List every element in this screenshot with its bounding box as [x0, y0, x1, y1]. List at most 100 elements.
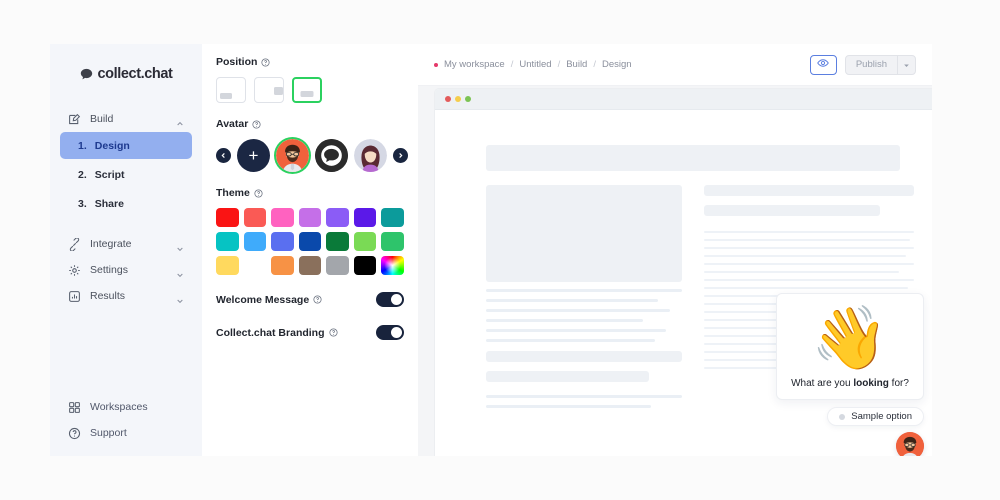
theme-swatch-4[interactable]: [326, 208, 349, 227]
skeleton-line: [486, 339, 655, 342]
sidebar-item-label: Workspaces: [90, 401, 148, 413]
sidebar-item-share[interactable]: 3. Share: [60, 190, 192, 217]
sidebar-footer: Workspaces Support: [50, 394, 202, 456]
help-circle-icon: [68, 427, 81, 440]
brand-logo[interactable]: collect.chat: [50, 56, 202, 92]
avatar-option-woman[interactable]: [354, 139, 387, 172]
chevron-down-icon: [176, 240, 184, 252]
sidebar-item-workspaces[interactable]: Workspaces: [60, 394, 192, 420]
theme-swatch-20[interactable]: [381, 256, 404, 275]
step-label: Design: [94, 139, 130, 152]
skeleton-line: [486, 405, 651, 408]
workspace-status-dot: [434, 62, 438, 67]
theme-swatch-17[interactable]: [298, 256, 322, 275]
position-preview-blob: [274, 87, 283, 95]
position-option-bottom-center[interactable]: [292, 77, 322, 103]
breadcrumb-my-workspace[interactable]: My workspace: [444, 59, 505, 70]
help-circle-icon[interactable]: [252, 119, 261, 129]
avatar-prev-button[interactable]: [216, 148, 231, 163]
sidebar-item-design[interactable]: 1. Design: [60, 132, 192, 159]
skeleton-line: [486, 309, 671, 312]
help-circle-icon[interactable]: [254, 188, 263, 198]
theme-swatch-1[interactable]: [243, 208, 267, 227]
theme-swatch-10[interactable]: [298, 232, 322, 251]
step-label: Share: [94, 197, 124, 210]
help-circle-icon[interactable]: [261, 57, 270, 67]
theme-swatch-13[interactable]: [381, 232, 404, 251]
theme-swatch-15[interactable]: [244, 256, 267, 275]
skeleton-hero-block: [486, 145, 900, 171]
theme-swatch-14[interactable]: [216, 256, 239, 275]
preview-button[interactable]: [809, 54, 837, 75]
branding-toggle[interactable]: [376, 325, 404, 340]
theme-swatch-16[interactable]: [271, 256, 294, 275]
avatar-next-button[interactable]: [393, 148, 408, 163]
help-circle-icon[interactable]: [328, 328, 338, 337]
breadcrumb-separator: /: [510, 59, 514, 70]
window-close-dot[interactable]: [445, 96, 451, 102]
theme-swatch-18[interactable]: [326, 256, 349, 275]
window-maximize-dot[interactable]: [465, 96, 471, 102]
sidebar-item-script[interactable]: 2. Script: [60, 161, 192, 188]
welcome-message-toggle[interactable]: [376, 292, 404, 307]
publish-button[interactable]: Publish: [846, 56, 897, 74]
sidebar-item-build[interactable]: Build: [60, 106, 192, 132]
position-preview-blob: [220, 93, 232, 99]
skeleton-line: [486, 395, 682, 398]
breadcrumb-untitled[interactable]: Untitled: [519, 59, 551, 70]
sidebar-item-label: Build: [90, 113, 114, 125]
breadcrumb: My workspace / Untitled / Build / Design: [434, 59, 632, 70]
chat-question: What are you looking for?: [791, 378, 909, 389]
chat-message-card: 👋 What are you looking for?: [776, 293, 924, 400]
toggle-knob: [391, 294, 402, 305]
position-option-bottom-left[interactable]: [216, 77, 246, 103]
theme-swatch-8[interactable]: [243, 232, 267, 251]
theme-swatch-11[interactable]: [326, 232, 349, 251]
position-option-right-side[interactable]: [254, 77, 284, 103]
sidebar-item-integrate[interactable]: Integrate: [60, 231, 192, 257]
theme-swatch-7[interactable]: [216, 232, 239, 251]
skeleton-line: [486, 299, 659, 302]
breadcrumb-separator: /: [593, 59, 596, 70]
theme-swatch-3[interactable]: [298, 208, 322, 227]
brand-name: collect.chat: [97, 66, 173, 82]
chat-option-sample[interactable]: Sample option: [827, 407, 924, 426]
window-minimize-dot[interactable]: [455, 96, 461, 102]
preview-page-content: 👋 What are you looking for? Sample optio…: [435, 111, 932, 456]
skeleton-thin-line: [704, 279, 914, 281]
theme-swatch-6[interactable]: [381, 208, 404, 227]
avatar-option-chat-bubble[interactable]: [315, 139, 348, 172]
chevron-down-icon: [176, 266, 184, 278]
theme-swatch-0[interactable]: [216, 208, 239, 227]
sidebar-item-results[interactable]: Results: [60, 283, 192, 309]
breadcrumb-build[interactable]: Build: [566, 59, 587, 70]
add-avatar-button[interactable]: +: [237, 139, 270, 172]
publish-button-group: Publish: [844, 54, 916, 75]
sidebar-item-support[interactable]: Support: [60, 420, 192, 446]
sidebar-item-label: Settings: [90, 264, 128, 276]
grid-icon: [68, 401, 81, 414]
position-section-title: Position: [216, 56, 404, 68]
breadcrumb-design[interactable]: Design: [602, 59, 632, 70]
edit-square-icon: [68, 113, 81, 126]
chat-bot-avatar[interactable]: [896, 432, 924, 456]
avatar-option-bearded-man[interactable]: [276, 139, 309, 172]
help-circle-icon[interactable]: [313, 295, 322, 304]
nav-secondary-group: Integrate Settings Results: [50, 231, 202, 309]
browser-title-bar: [435, 89, 932, 110]
theme-swatch-5[interactable]: [353, 208, 377, 227]
theme-swatch-12[interactable]: [353, 232, 377, 251]
chat-widget: 👋 What are you looking for? Sample optio…: [776, 293, 924, 456]
skeleton-block: [704, 185, 914, 196]
sidebar: collect.chat Build 1. Design 2. Script 3…: [50, 44, 202, 456]
avatar-carousel: +: [216, 139, 408, 172]
sidebar-item-label: Support: [90, 427, 127, 439]
eye-icon: [817, 56, 830, 74]
publish-dropdown-button[interactable]: [897, 55, 915, 74]
plug-icon: [68, 236, 81, 252]
theme-swatch-2[interactable]: [271, 208, 294, 227]
sidebar-item-settings[interactable]: Settings: [60, 257, 192, 283]
radio-bullet-icon: [839, 413, 846, 420]
theme-swatch-19[interactable]: [353, 256, 377, 275]
theme-swatch-9[interactable]: [271, 232, 294, 251]
